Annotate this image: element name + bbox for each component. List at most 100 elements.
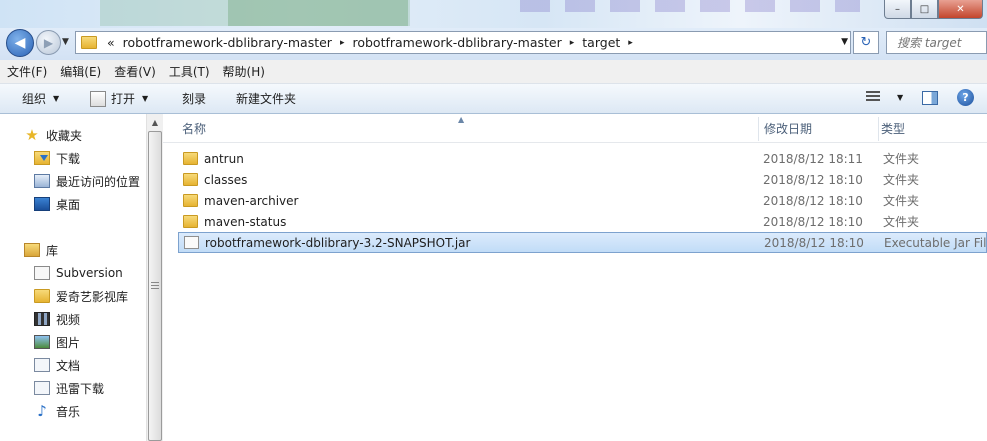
- nav-label: 最近访问的位置: [56, 174, 141, 189]
- title-bar: – □ ✕: [0, 0, 987, 28]
- nav-label: Subversion: [56, 266, 123, 280]
- nav-label: 文档: [56, 358, 81, 373]
- file-name: classes: [204, 172, 248, 187]
- breadcrumb-separator[interactable]: ▸: [336, 38, 349, 48]
- star-icon: ★: [25, 126, 39, 144]
- nav-item-music[interactable]: ♪ 音乐: [34, 401, 80, 421]
- nav-item-thunder[interactable]: 迅雷下载: [34, 378, 104, 398]
- file-row[interactable]: maven-status 2018/8/12 18:10 文件夹: [178, 211, 987, 232]
- column-label: 修改日期: [764, 122, 813, 136]
- file-row[interactable]: maven-archiver 2018/8/12 18:10 文件夹: [178, 190, 987, 211]
- download-folder-icon: [34, 151, 50, 165]
- recent-places-icon: [34, 174, 50, 188]
- nav-item-documents[interactable]: 文档: [34, 355, 80, 375]
- file-name: maven-archiver: [204, 193, 299, 208]
- chevron-down-icon: ▼: [53, 94, 60, 103]
- navigation-pane: ★ 收藏夹 下载 最近访问的位置 桌面 库 Subversion 爱奇艺影视库 …: [0, 114, 146, 441]
- nav-item-desktop[interactable]: 桌面: [34, 194, 80, 214]
- forward-button[interactable]: ▶: [36, 30, 61, 55]
- refresh-icon: ↻: [860, 35, 872, 50]
- column-type[interactable]: 类型: [875, 114, 987, 143]
- background-blur: [228, 0, 408, 26]
- folder-icon: [81, 36, 97, 49]
- minimize-button[interactable]: –: [884, 0, 911, 19]
- address-bar[interactable]: « robotframework-dblibrary-master ▸ robo…: [75, 31, 851, 54]
- file-type: 文件夹: [883, 152, 920, 166]
- window-controls: – □ ✕: [884, 0, 983, 19]
- nav-item-pictures[interactable]: 图片: [34, 332, 80, 352]
- sort-ascending-icon: ▲: [458, 115, 465, 124]
- breadcrumb-item[interactable]: robotframework-dblibrary-master: [348, 35, 565, 50]
- nav-item-downloads[interactable]: 下载: [34, 148, 80, 168]
- file-row[interactable]: antrun 2018/8/12 18:11 文件夹: [178, 148, 987, 169]
- recent-pages-button[interactable]: ▼: [62, 37, 69, 47]
- nav-item-iqiyi[interactable]: 爱奇艺影视库: [34, 286, 128, 306]
- breadcrumb-item[interactable]: robotframework-dblibrary-master: [119, 35, 336, 50]
- menu-file[interactable]: 文件(F): [7, 63, 47, 80]
- nav-label: 图片: [56, 335, 81, 350]
- search-input[interactable]: [897, 35, 986, 50]
- menu-edit[interactable]: 编辑(E): [60, 63, 101, 80]
- new-folder-button[interactable]: 新建文件夹: [236, 90, 296, 107]
- file-type: 文件夹: [883, 194, 920, 208]
- nav-label: 迅雷下载: [56, 381, 105, 396]
- column-name[interactable]: 名称: [176, 114, 758, 143]
- burn-button[interactable]: 刻录: [182, 90, 206, 107]
- breadcrumb-separator[interactable]: ▸: [566, 38, 579, 48]
- scroll-thumb[interactable]: [148, 131, 162, 441]
- menu-tools[interactable]: 工具(T): [169, 63, 210, 80]
- organize-button[interactable]: 组织 ▼: [22, 90, 59, 107]
- chevron-down-icon[interactable]: ▼: [841, 37, 848, 47]
- nav-label: 视频: [56, 312, 81, 327]
- file-row-selected[interactable]: robotframework-dblibrary-3.2-SNAPSHOT.ja…: [178, 232, 987, 253]
- nav-item-subversion[interactable]: Subversion: [34, 263, 123, 283]
- file-type: 文件夹: [883, 173, 920, 187]
- folder-icon: [183, 173, 198, 186]
- menu-bar: 文件(F) 编辑(E) 查看(V) 工具(T) 帮助(H): [0, 60, 987, 84]
- document-library-icon: [34, 358, 50, 372]
- open-button[interactable]: 打开 ▼: [90, 90, 148, 107]
- subversion-library-icon: [34, 266, 50, 280]
- file-name: robotframework-dblibrary-3.2-SNAPSHOT.ja…: [205, 235, 471, 250]
- breadcrumb-separator[interactable]: ▸: [624, 38, 637, 48]
- back-button[interactable]: ◀: [6, 29, 34, 57]
- file-row[interactable]: classes 2018/8/12 18:10 文件夹: [178, 169, 987, 190]
- nav-label: 库: [46, 243, 59, 258]
- nav-item-recent[interactable]: 最近访问的位置: [34, 171, 140, 191]
- breadcrumb-item[interactable]: target: [578, 35, 624, 50]
- maximize-button[interactable]: □: [911, 0, 938, 19]
- breadcrumb-overflow[interactable]: «: [103, 35, 119, 50]
- folder-icon: [183, 152, 198, 165]
- nav-libraries[interactable]: 库: [24, 240, 58, 260]
- nav-item-videos[interactable]: 视频: [34, 309, 80, 329]
- file-name: maven-status: [204, 214, 287, 229]
- download-library-icon: [34, 381, 50, 395]
- background-blur: [520, 0, 860, 12]
- preview-pane-button[interactable]: [922, 91, 938, 105]
- chevron-down-icon: ▼: [62, 37, 69, 47]
- nav-label: 桌面: [56, 197, 81, 212]
- search-box[interactable]: [886, 31, 987, 54]
- desktop-icon: [34, 197, 50, 211]
- file-date: 2018/8/12 18:11: [763, 151, 863, 166]
- menu-help[interactable]: 帮助(H): [223, 63, 265, 80]
- nav-scrollbar[interactable]: ▲: [146, 114, 163, 441]
- file-date: 2018/8/12 18:10: [763, 172, 863, 187]
- chevron-up-icon: ▲: [151, 118, 159, 127]
- column-modified[interactable]: 修改日期: [758, 114, 878, 143]
- library-icon: [24, 243, 40, 257]
- nav-favorites[interactable]: ★ 收藏夹: [24, 125, 82, 145]
- refresh-button[interactable]: ↻: [853, 31, 879, 54]
- change-view-button[interactable]: ▼: [866, 91, 903, 103]
- help-icon: ?: [962, 91, 969, 104]
- music-note-icon: ♪: [37, 402, 47, 420]
- help-button[interactable]: ?: [957, 89, 974, 106]
- organize-label: 组织: [22, 92, 47, 106]
- arrow-left-icon: ◀: [14, 35, 26, 51]
- menu-view[interactable]: 查看(V): [114, 63, 156, 80]
- scroll-up-button[interactable]: ▲: [147, 114, 163, 131]
- address-row: ◀ ▶ ▼ « robotframework-dblibrary-master …: [0, 28, 987, 60]
- file-type: Executable Jar File: [884, 235, 987, 250]
- open-label: 打开: [111, 92, 136, 106]
- close-button[interactable]: ✕: [938, 0, 983, 19]
